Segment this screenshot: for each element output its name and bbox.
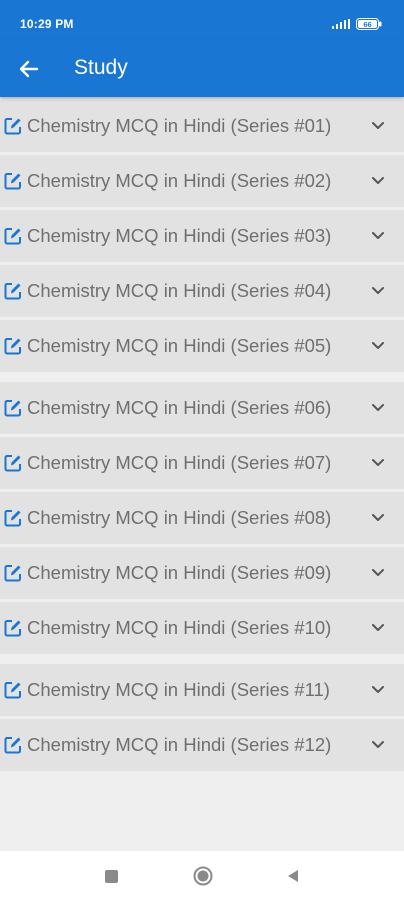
chevron-down-icon[interactable] [371,120,385,132]
chevron-down-icon[interactable] [371,340,385,352]
edit-icon [4,283,21,300]
edit-icon [4,400,21,417]
system-nav-bar [0,851,404,900]
edit-icon [4,620,21,637]
list-item[interactable]: Chemistry MCQ in Hindi (Series #10) [0,602,404,654]
edit-icon [4,510,21,527]
edit-icon [4,118,21,135]
battery-icon: 66 [356,18,382,30]
chevron-down-icon[interactable] [371,402,385,414]
list-item-label: Chemistry MCQ in Hindi (Series #01) [27,115,332,136]
list-item[interactable]: Chemistry MCQ in Hindi (Series #04) [0,265,404,317]
list-item-label: Chemistry MCQ in Hindi (Series #12) [27,734,332,755]
status-time: 10:29 PM [20,17,74,31]
list-item[interactable]: Chemistry MCQ in Hindi (Series #12) [0,719,404,771]
triangle-back-icon [288,870,298,882]
edit-icon [4,682,21,699]
series-list: Chemistry MCQ in Hindi (Series #01) Chemi… [0,97,404,781]
recents-button[interactable] [100,865,122,887]
list-item-label: Chemistry MCQ in Hindi (Series #10) [27,617,332,638]
series-group: Chemistry MCQ in Hindi (Series #11) Chemi… [0,664,404,771]
page-title: Study [74,56,128,79]
home-button[interactable] [192,865,214,887]
list-item-label: Chemistry MCQ in Hindi (Series #02) [27,170,332,191]
list-item[interactable]: Chemistry MCQ in Hindi (Series #09) [0,547,404,599]
edit-icon [4,228,21,245]
list-item-label: Chemistry MCQ in Hindi (Series #07) [27,452,332,473]
list-item[interactable]: Chemistry MCQ in Hindi (Series #11) [0,664,404,716]
chevron-down-icon[interactable] [371,230,385,242]
edit-icon [4,173,21,190]
chevron-down-icon[interactable] [371,739,385,751]
signal-icon [332,19,350,29]
edit-icon [4,455,21,472]
list-item-label: Chemistry MCQ in Hindi (Series #05) [27,335,332,356]
circle-icon [193,866,213,886]
chevron-down-icon[interactable] [371,684,385,696]
status-bar: 10:29 PM 66 [0,0,404,40]
chevron-down-icon[interactable] [371,285,385,297]
edit-icon [4,338,21,355]
list-item[interactable]: Chemistry MCQ in Hindi (Series #05) [0,320,404,372]
chevron-down-icon[interactable] [371,512,385,524]
back-button[interactable] [12,52,46,86]
battery-level: 66 [363,20,371,29]
chevron-down-icon[interactable] [371,175,385,187]
list-item[interactable]: Chemistry MCQ in Hindi (Series #07) [0,437,404,489]
list-item-label: Chemistry MCQ in Hindi (Series #09) [27,562,332,583]
edit-icon [4,737,21,754]
back-arrow-icon [19,60,39,78]
list-item-label: Chemistry MCQ in Hindi (Series #08) [27,507,332,528]
chevron-down-icon[interactable] [371,622,385,634]
chevron-down-icon[interactable] [371,457,385,469]
list-item-label: Chemistry MCQ in Hindi (Series #11) [27,679,330,700]
list-item-label: Chemistry MCQ in Hindi (Series #04) [27,280,332,301]
square-icon [104,869,118,883]
edit-icon [4,565,21,582]
list-item[interactable]: Chemistry MCQ in Hindi (Series #06) [0,382,404,434]
list-item[interactable]: Chemistry MCQ in Hindi (Series #03) [0,210,404,262]
series-group: Chemistry MCQ in Hindi (Series #06) Chemi… [0,382,404,654]
list-item-label: Chemistry MCQ in Hindi (Series #03) [27,225,332,246]
status-icons: 66 [332,18,382,30]
back-nav-button[interactable] [282,865,304,887]
list-item[interactable]: Chemistry MCQ in Hindi (Series #02) [0,155,404,207]
list-item[interactable]: Chemistry MCQ in Hindi (Series #08) [0,492,404,544]
list-item-label: Chemistry MCQ in Hindi (Series #06) [27,397,332,418]
chevron-down-icon[interactable] [371,567,385,579]
app-bar: Study [0,40,404,97]
series-group: Chemistry MCQ in Hindi (Series #01) Chemi… [0,100,404,372]
list-item[interactable]: Chemistry MCQ in Hindi (Series #01) [0,100,404,152]
